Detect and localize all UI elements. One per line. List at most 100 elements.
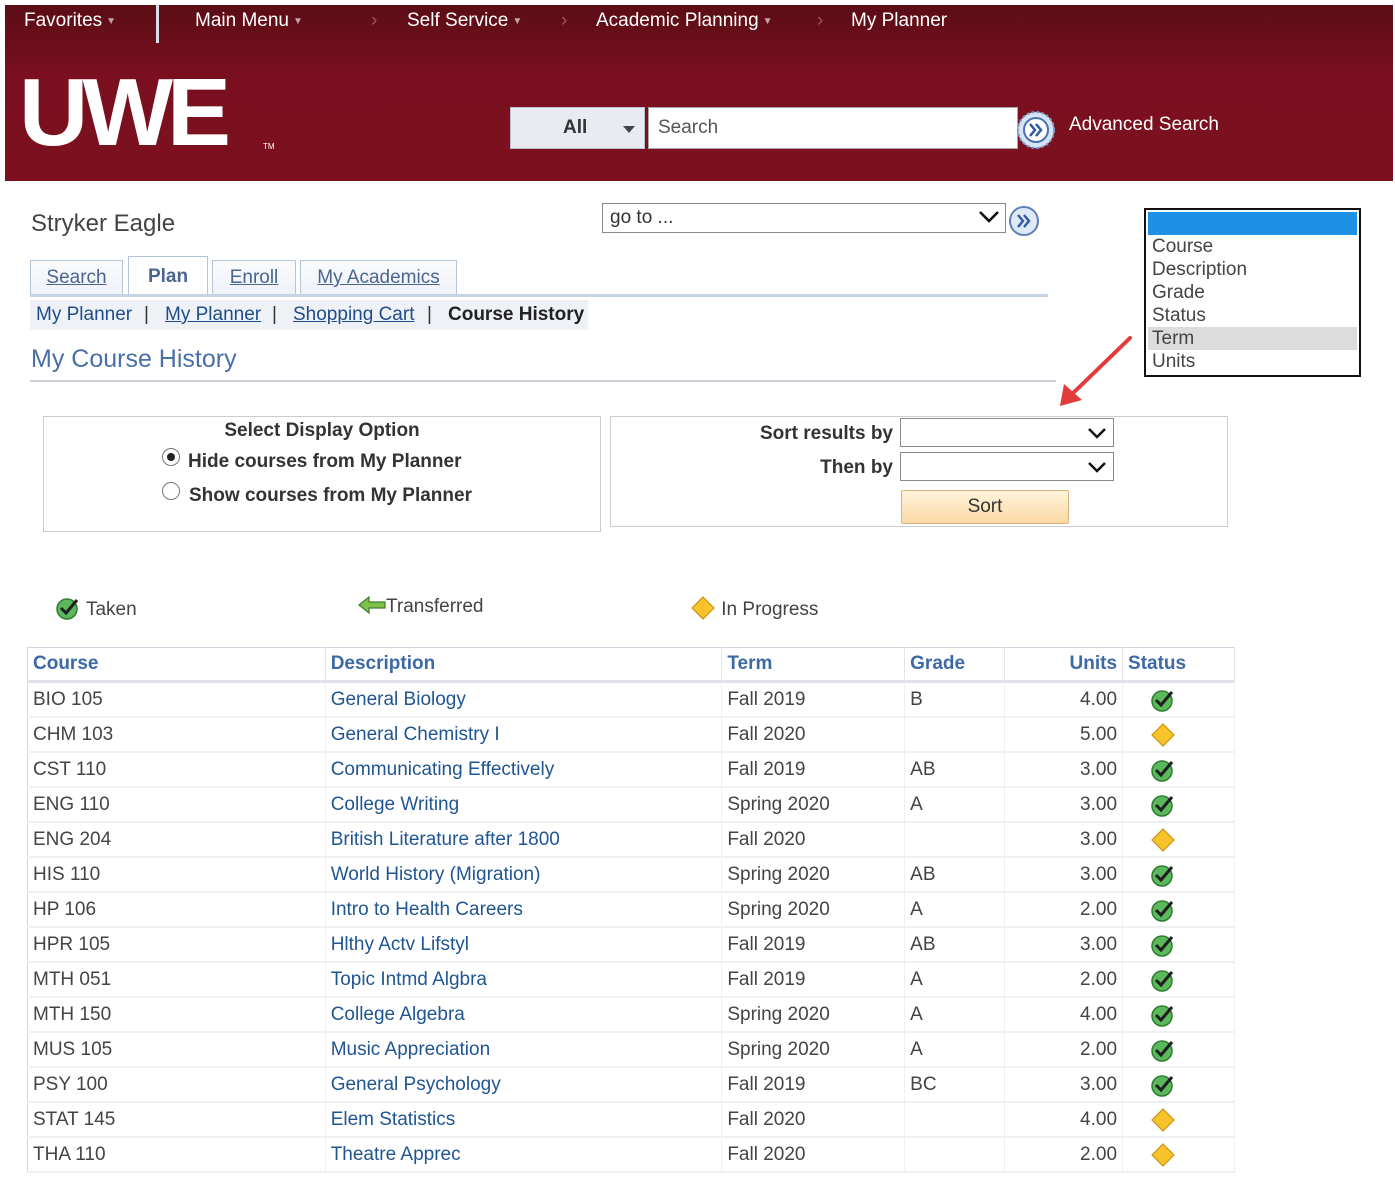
cell-description-link[interactable]: Elem Statistics [325, 1102, 723, 1138]
cell-grade: B [904, 681, 1006, 718]
popup-option-description[interactable]: Description [1148, 258, 1357, 281]
popup-option-status[interactable]: Status [1148, 304, 1357, 327]
cell-description-link[interactable]: College Writing [325, 787, 723, 823]
chevron-down-icon [979, 211, 999, 223]
student-name: Stryker Eagle [31, 210, 176, 237]
subnav-course-history: Course History [448, 304, 585, 325]
cell-description-link[interactable]: Theatre Apprec [325, 1137, 723, 1173]
cell-status [1122, 822, 1235, 858]
advanced-search-go-icon[interactable] [1015, 109, 1057, 151]
advanced-search-link[interactable]: Advanced Search [1069, 114, 1219, 136]
column-header-grade[interactable]: Grade [904, 647, 1006, 683]
in-progress-diamond-icon [1151, 827, 1175, 852]
cell-course: CST 110 [27, 752, 326, 788]
show-courses-label: Show courses from My Planner [189, 485, 472, 506]
hide-courses-radio[interactable] [162, 448, 180, 466]
cell-description-link[interactable]: Hlthy Actv Lifstyl [325, 927, 723, 963]
academic-planning-label: Academic Planning [596, 10, 759, 31]
table-row: MTH 051 Topic Intmd Algbra Fall 2019 A 2.00 [27, 962, 1235, 998]
popup-option-term[interactable]: Term [1148, 327, 1357, 350]
cell-description-link[interactable]: Intro to Health Careers [325, 892, 723, 928]
page-title: My Course History [31, 345, 237, 373]
search-input[interactable] [648, 107, 1018, 149]
legend-in-progress: In Progress [690, 595, 818, 621]
breadcrumb-separator-icon: › [371, 10, 378, 31]
sort-button[interactable]: Sort [901, 490, 1069, 524]
tab-search-label: Search [46, 267, 107, 288]
cell-grade [904, 822, 1006, 858]
main-menu[interactable]: Main Menu ▼ [195, 10, 303, 32]
cell-status [1122, 787, 1235, 823]
cell-units: 3.00 [1004, 752, 1124, 788]
tab-plan-label: Plan [147, 266, 189, 287]
column-header-status[interactable]: Status [1122, 647, 1235, 683]
cell-description-link[interactable]: General Chemistry I [325, 717, 723, 753]
column-header-units[interactable]: Units [1004, 647, 1124, 683]
cell-description-link[interactable]: World History (Migration) [325, 857, 723, 893]
cell-grade: BC [904, 1067, 1006, 1103]
breadcrumb-my-planner[interactable]: My Planner [851, 10, 947, 32]
tab-my-academics[interactable]: My Academics [300, 260, 457, 294]
table-row: BIO 105 General Biology Fall 2019 B 4.00 [27, 681, 1235, 718]
caret-down-icon [623, 126, 635, 133]
favorites-menu[interactable]: Favorites ▼ [24, 10, 116, 32]
popup-option-course[interactable]: Course [1148, 235, 1357, 258]
breadcrumb-academic-planning[interactable]: Academic Planning ▼ [596, 10, 773, 32]
cell-status [1122, 892, 1235, 928]
cell-description-link[interactable]: College Algebra [325, 997, 723, 1033]
cell-units: 3.00 [1004, 787, 1124, 823]
table-row: MUS 105 Music Appreciation Spring 2020 A 2.0… [27, 1032, 1235, 1068]
popup-selected-blank-option[interactable] [1148, 212, 1357, 235]
hide-courses-label: Hide courses from My Planner [188, 451, 462, 472]
breadcrumb-self-service[interactable]: Self Service ▼ [407, 10, 522, 32]
cell-units: 5.00 [1004, 717, 1124, 753]
popup-option-units[interactable]: Units [1148, 350, 1357, 373]
subnav-shopping-cart[interactable]: Shopping Cart [293, 304, 414, 326]
goto-select[interactable]: go to ... [602, 203, 1006, 233]
cell-description-link[interactable]: General Biology [325, 681, 723, 718]
column-header-course[interactable]: Course [27, 647, 326, 683]
cell-description-link[interactable]: General Psychology [325, 1067, 723, 1103]
cell-course: MTH 051 [27, 962, 326, 998]
cell-status [1122, 681, 1235, 718]
table-row: STAT 145 Elem Statistics Fall 2020 4.00 [27, 1102, 1235, 1138]
cell-course: HPR 105 [27, 927, 326, 963]
column-header-term[interactable]: Term [721, 647, 906, 683]
cell-units: 2.00 [1004, 962, 1124, 998]
cell-description-link[interactable]: Music Appreciation [325, 1032, 723, 1068]
cell-term: Fall 2019 [721, 962, 906, 998]
cell-term: Fall 2019 [721, 681, 906, 718]
cell-grade: AB [904, 927, 1006, 963]
cell-units: 2.00 [1004, 1137, 1124, 1173]
legend-taken-label: Taken [85, 599, 137, 620]
subnav-my-planner-1[interactable]: My Planner [36, 304, 132, 326]
tab-plan[interactable]: Plan [128, 256, 208, 296]
cell-term: Spring 2020 [721, 997, 906, 1033]
table-row: CHM 103 General Chemistry I Fall 2020 5.00 [27, 717, 1235, 753]
cell-description-link[interactable]: Communicating Effectively [325, 752, 723, 788]
legend-taken: Taken [55, 595, 137, 621]
cell-grade: A [904, 962, 1006, 998]
cell-course: STAT 145 [27, 1102, 326, 1138]
subnav-separator: | [427, 304, 432, 325]
cell-term: Fall 2019 [721, 752, 906, 788]
goto-go-icon[interactable] [1008, 205, 1040, 237]
cell-units: 4.00 [1004, 997, 1124, 1033]
sort-by-select[interactable] [900, 418, 1114, 447]
then-by-select[interactable] [900, 452, 1114, 481]
then-by-label: Then by [820, 457, 893, 478]
show-courses-radio[interactable] [162, 482, 180, 500]
cell-description-link[interactable]: British Literature after 1800 [325, 822, 723, 858]
tab-divider [30, 294, 1048, 297]
search-scope-select[interactable]: All [510, 107, 645, 149]
column-header-description[interactable]: Description [325, 647, 723, 683]
cell-grade: A [904, 1032, 1006, 1068]
cell-description-link[interactable]: Topic Intmd Algbra [325, 962, 723, 998]
cell-status [1122, 1102, 1235, 1138]
tab-search[interactable]: Search [30, 260, 123, 294]
subnav-my-planner-2[interactable]: My Planner [165, 304, 261, 326]
tab-enroll[interactable]: Enroll [212, 260, 296, 294]
main-menu-label: Main Menu [195, 10, 289, 31]
popup-option-grade[interactable]: Grade [1148, 281, 1357, 304]
cell-status [1122, 1067, 1235, 1103]
